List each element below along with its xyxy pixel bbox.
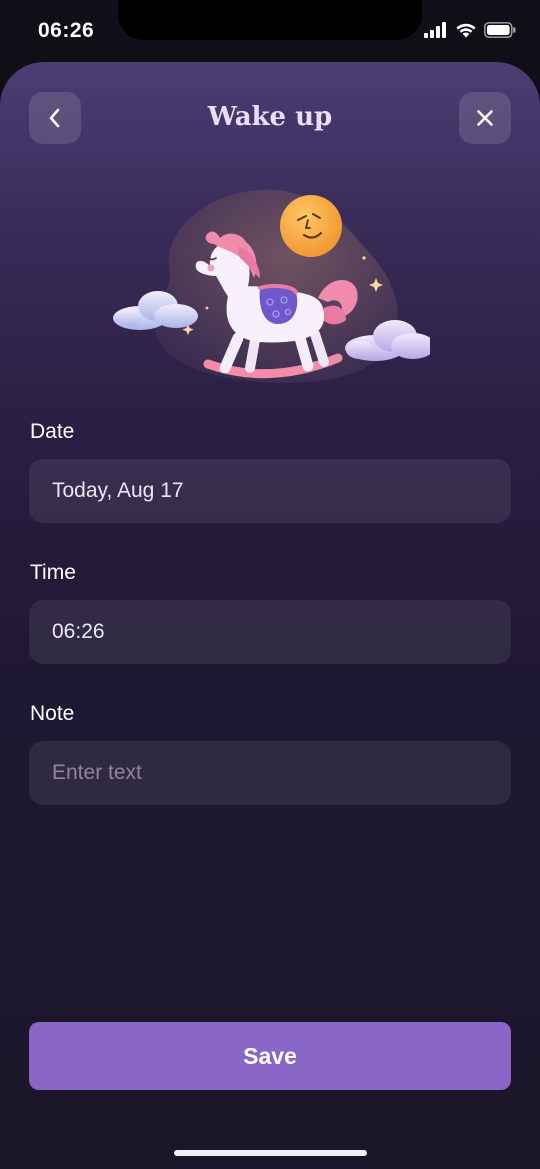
- close-button[interactable]: [459, 92, 511, 144]
- note-label: Note: [30, 702, 75, 725]
- save-button[interactable]: Save: [29, 1022, 511, 1090]
- signal-icon: [424, 22, 446, 38]
- time-value: 06:26: [52, 620, 105, 643]
- time-field[interactable]: 06:26: [29, 600, 511, 664]
- status-bar: 06:26: [0, 0, 540, 64]
- note-input[interactable]: [52, 761, 511, 785]
- battery-icon: [484, 22, 516, 38]
- date-label: Date: [30, 420, 75, 443]
- time-label: Time: [30, 561, 76, 584]
- screen: 06:26 Wake up Date Today, Aug 17 Time 06…: [0, 0, 540, 1169]
- bottom-sheet: Wake up Date Today, Aug 17 Time 06:26 No…: [0, 62, 540, 1169]
- date-value: Today, Aug 17: [52, 479, 184, 502]
- notch: [118, 0, 422, 40]
- note-field[interactable]: [29, 741, 511, 805]
- rocking-horse-illustration: [113, 189, 430, 383]
- status-time: 06:26: [38, 19, 95, 42]
- close-icon: [477, 110, 493, 126]
- wifi-icon: [456, 23, 476, 38]
- status-icons: [424, 22, 516, 38]
- home-indicator: [174, 1150, 367, 1156]
- date-field[interactable]: Today, Aug 17: [29, 459, 511, 523]
